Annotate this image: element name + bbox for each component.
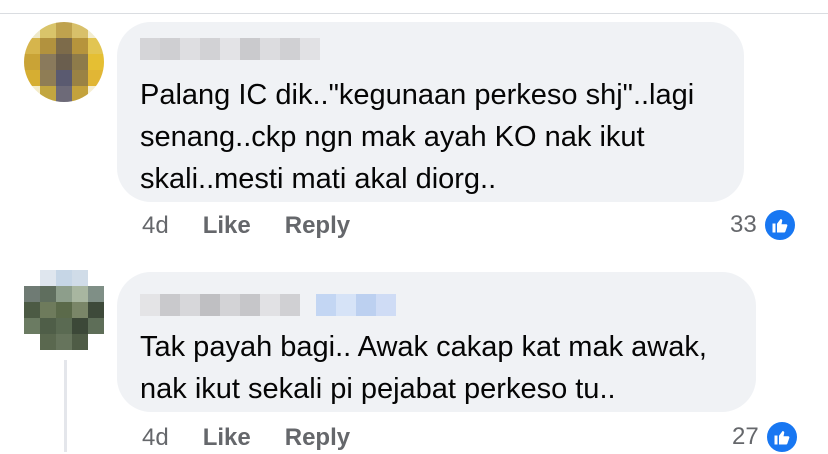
reaction-summary[interactable]: 33 [730, 208, 797, 242]
like-button[interactable]: Like [203, 424, 251, 452]
comment-timestamp[interactable]: 4d [142, 424, 169, 452]
reaction-count: 27 [732, 423, 759, 450]
comment-text: Tak payah bagi.. Awak cakap kat mak awak… [140, 331, 707, 405]
thread-line [64, 360, 67, 452]
comment-text: Palang IC dik.."kegunaan perkeso shj"..l… [140, 79, 695, 195]
thumbs-up-icon [764, 420, 799, 454]
top-divider [0, 13, 828, 14]
reply-button[interactable]: Reply [285, 212, 350, 240]
comment-actions: 4d Like Reply [142, 424, 350, 452]
thumbs-up-icon [762, 208, 797, 242]
avatar[interactable] [24, 22, 104, 102]
comment-actions: 4d Like Reply [142, 212, 350, 240]
like-button[interactable]: Like [203, 212, 251, 240]
avatar[interactable] [24, 270, 104, 350]
reaction-count: 33 [730, 211, 757, 238]
comment-timestamp[interactable]: 4d [142, 212, 169, 240]
author-name[interactable] [140, 38, 320, 60]
reply-button[interactable]: Reply [285, 424, 350, 452]
reaction-summary[interactable]: 27 [732, 420, 799, 454]
author-name[interactable] [140, 294, 396, 316]
